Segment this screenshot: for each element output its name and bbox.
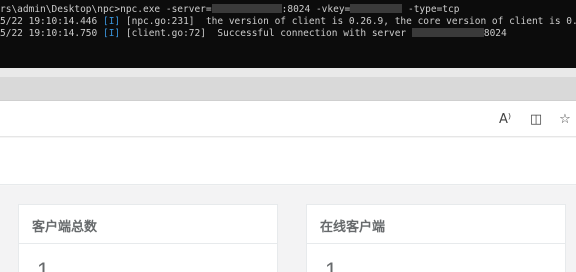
favorites-icon[interactable]: ☆ [556, 110, 574, 128]
card-title: 在线客户端 [320, 220, 386, 235]
log-level: [I] [102, 28, 121, 39]
split-screen-icon[interactable]: ◫ [527, 110, 545, 128]
card-value: 1 [325, 258, 338, 272]
page-header [0, 138, 576, 185]
command-prompt: rs\admin\Desktop\npc>npc.exe -server= [0, 4, 212, 15]
command-type: -type=tcp [402, 4, 460, 15]
redacted-server [211, 4, 282, 13]
read-aloud-icon[interactable]: A⁾ [496, 110, 514, 128]
card-title: 客户端总数 [32, 220, 98, 235]
log-timestamp: 5/22 19:10:14.446 [0, 16, 98, 27]
card-divider [19, 243, 277, 244]
terminal-log-line: 5/22 19:10:14.750 [I] [client.go:72] Suc… [0, 28, 507, 39]
browser-address-bar[interactable]: A⁾ ◫ ☆ [0, 101, 576, 137]
card-divider [307, 243, 565, 244]
log-message: [client.go:72] Successful connection wit… [125, 28, 412, 39]
terminal-window: rs\admin\Desktop\npc>npc.exe -server= :80… [0, 0, 576, 68]
total-clients-card: 客户端总数 1 [18, 204, 278, 272]
log-message: [npc.go:231] the version of client is 0.… [125, 16, 576, 27]
redacted-vkey [350, 4, 403, 13]
log-level: [I] [102, 16, 121, 27]
terminal-log-line: 5/22 19:10:14.446 [I] [npc.go:231] the v… [0, 16, 576, 27]
browser-tab-bar[interactable] [0, 77, 576, 101]
card-value: 1 [37, 258, 50, 272]
terminal-command-line: rs\admin\Desktop\npc>npc.exe -server= :80… [0, 4, 459, 15]
online-clients-card: 在线客户端 1 [306, 204, 566, 272]
window-gap [0, 68, 576, 77]
log-timestamp: 5/22 19:10:14.750 [0, 28, 98, 39]
log-port: 8024 [483, 28, 507, 39]
command-port: :8024 -vkey= [281, 4, 351, 15]
redacted-server-address [411, 28, 484, 37]
